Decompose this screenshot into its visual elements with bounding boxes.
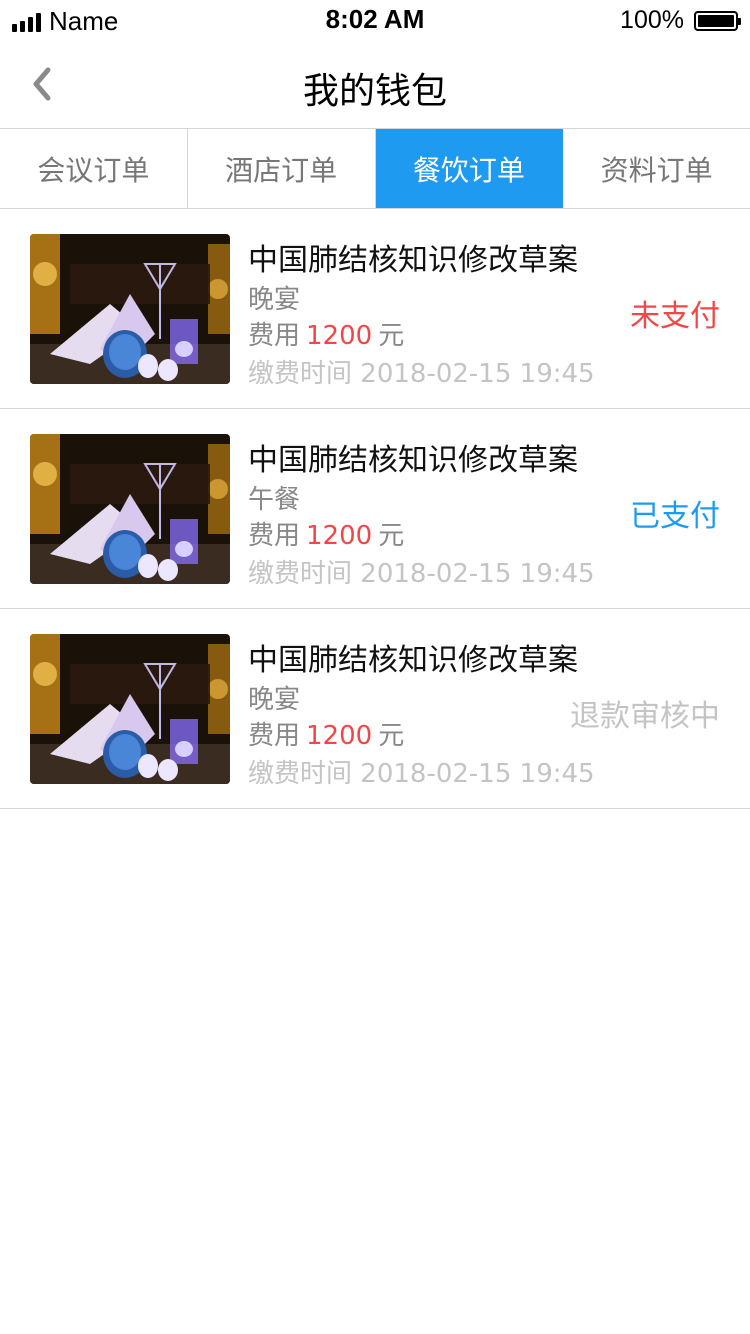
fee-amount: 1200 <box>306 721 373 751</box>
status-badge: 退款审核中 <box>570 699 720 734</box>
time-label: 缴费时间 <box>248 359 353 389</box>
fee-unit: 元 <box>378 321 405 351</box>
order-tabs: 会议订单 酒店订单 餐饮订单 资料订单 <box>0 129 750 209</box>
list-item[interactable]: 中国肺结核知识修改草案 晚宴 费用 1200 元 缴费时间 2018-02-15 1… <box>0 609 750 809</box>
fee-amount: 1200 <box>306 521 373 551</box>
fee-unit: 元 <box>378 721 405 751</box>
nav-bar: 我的钱包 <box>0 40 750 129</box>
time-label: 缴费时间 <box>248 559 353 589</box>
tab-material-orders[interactable]: 资料订单 <box>563 129 750 208</box>
fee-label: 费用 <box>248 321 301 351</box>
status-badge: 未支付 <box>630 299 720 334</box>
order-meal-type: 晚宴 <box>248 285 301 315</box>
order-fee: 费用 1200 元 <box>248 515 404 552</box>
order-list: 中国肺结核知识修改草案 晚宴 费用 1200 元 缴费时间 2018-02-15 1… <box>0 209 750 809</box>
status-right: 100% <box>620 6 741 35</box>
order-fee: 费用 1200 元 <box>248 715 404 752</box>
dining-photo <box>30 634 230 784</box>
tab-meeting-orders[interactable]: 会议订单 <box>0 129 188 208</box>
order-meal-type: 晚宴 <box>248 685 301 715</box>
order-payment-time: 缴费时间 2018-02-15 19:45 <box>248 553 595 590</box>
order-title: 中国肺结核知识修改草案 <box>248 243 578 278</box>
order-fee: 费用 1200 元 <box>248 315 404 352</box>
time-value: 2018-02-15 19:45 <box>360 559 595 589</box>
fee-amount: 1200 <box>306 321 373 351</box>
list-item[interactable]: 中国肺结核知识修改草案 晚宴 费用 1200 元 缴费时间 2018-02-15 1… <box>0 209 750 409</box>
fee-label: 费用 <box>248 721 301 751</box>
dining-photo <box>30 234 230 384</box>
status-bar: Name 8:02 AM 100% <box>0 0 750 40</box>
page-title: 我的钱包 <box>302 71 447 112</box>
order-payment-time: 缴费时间 2018-02-15 19:45 <box>248 753 595 790</box>
order-meal-type: 午餐 <box>248 485 301 515</box>
battery-icon <box>694 10 741 31</box>
fee-label: 费用 <box>248 521 301 551</box>
order-title: 中国肺结核知识修改草案 <box>248 443 578 478</box>
time-label: 缴费时间 <box>248 759 353 789</box>
order-title: 中国肺结核知识修改草案 <box>248 643 578 678</box>
time-value: 2018-02-15 19:45 <box>360 359 595 389</box>
time-value: 2018-02-15 19:45 <box>360 759 595 789</box>
battery-percent: 100% <box>620 6 684 34</box>
status-badge: 已支付 <box>630 499 720 534</box>
tab-hotel-orders[interactable]: 酒店订单 <box>188 129 376 208</box>
list-item[interactable]: 中国肺结核知识修改草案 午餐 费用 1200 元 缴费时间 2018-02-15 1… <box>0 409 750 609</box>
fee-unit: 元 <box>378 521 405 551</box>
order-payment-time: 缴费时间 2018-02-15 19:45 <box>248 353 595 390</box>
tab-dining-orders[interactable]: 餐饮订单 <box>375 129 564 208</box>
dining-photo <box>30 434 230 584</box>
